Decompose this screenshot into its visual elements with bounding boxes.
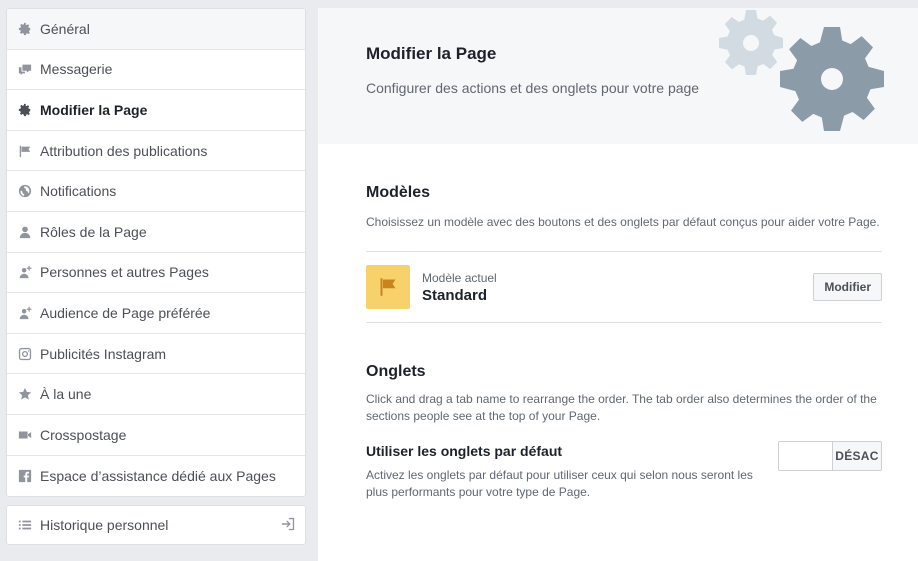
sidebar-item-post-attribution[interactable]: Attribution des publications <box>7 131 305 172</box>
gear-icon <box>18 103 32 117</box>
current-model-row: Modèle actuel Standard Modifier <box>366 251 882 323</box>
sidebar-item-support-inbox[interactable]: Espace d’assistance dédié aux Pages <box>7 456 305 497</box>
list-icon <box>18 518 32 532</box>
person-icon <box>18 225 32 239</box>
gear-icon <box>719 10 783 75</box>
sidebar-item-instagram-ads[interactable]: Publicités Instagram <box>7 334 305 375</box>
flag-icon <box>380 278 396 296</box>
toggle-knob <box>779 442 833 470</box>
facebook-icon <box>18 469 32 483</box>
person-add-icon <box>18 265 32 279</box>
person-add-icon <box>18 306 32 320</box>
default-tabs-description: Activez les onglets par défaut pour util… <box>366 468 753 499</box>
template-flag-box <box>366 265 410 309</box>
star-icon <box>18 387 32 401</box>
sidebar-item-label: Attribution des publications <box>40 142 208 159</box>
sidebar-item-featured[interactable]: À la une <box>7 374 305 415</box>
gear-icon <box>18 22 32 36</box>
sidebar-item-label: Général <box>40 20 90 37</box>
video-camera-icon <box>18 428 32 442</box>
current-model-name: Standard <box>422 286 488 304</box>
gear-icon <box>780 27 884 131</box>
sidebar-item-label: Publicités Instagram <box>40 345 167 362</box>
sidebar-item-notifications[interactable]: Notifications <box>7 171 305 212</box>
sidebar-item-label: Notifications <box>40 183 117 200</box>
sidebar-item-label: Audience de Page préférée <box>40 304 211 321</box>
sidebar-item-personal-history[interactable]: Historique personnel <box>6 505 306 546</box>
flag-icon <box>18 144 32 158</box>
sidebar-item-people-and-pages[interactable]: Personnes et autres Pages <box>7 253 305 294</box>
sidebar-item-label: Espace d’assistance dédié aux Pages <box>40 467 276 484</box>
tabs-section: Onglets Click and drag a tab name to rea… <box>318 323 918 501</box>
globe-icon <box>18 184 32 198</box>
current-model-info: Modèle actuel Standard <box>422 271 497 304</box>
tabs-description: Click and drag a tab name to rearrange t… <box>366 392 877 423</box>
settings-sidebar: Général Messagerie Modifier la Page Attr… <box>6 8 306 546</box>
current-model-label: Modèle actuel <box>422 270 497 285</box>
tabs-title: Onglets <box>366 363 426 380</box>
models-title: Modèles <box>366 184 431 201</box>
default-tabs-row: Utiliser les onglets par défaut Activez … <box>366 441 882 501</box>
sidebar-item-label: Rôles de la Page <box>40 223 147 240</box>
edit-page-panel: Modifier la Page Configurer des actions … <box>318 8 918 561</box>
sidebar-item-label: Messagerie <box>40 61 113 78</box>
models-description: Choisissez un modèle avec des boutons et… <box>366 215 880 229</box>
settings-nav: Général Messagerie Modifier la Page Attr… <box>6 8 306 498</box>
toggle-state-label: DÉSAC <box>833 442 881 470</box>
models-section: Modèles Choisissez un modèle avec des bo… <box>318 144 918 323</box>
instagram-icon <box>18 347 32 361</box>
sidebar-item-label: À la une <box>40 386 92 403</box>
sidebar-item-general[interactable]: Général <box>7 9 305 50</box>
sidebar-item-label: Historique personnel <box>40 517 169 534</box>
sidebar-item-crossposting[interactable]: Crosspostage <box>7 415 305 456</box>
exit-icon <box>281 517 295 534</box>
sidebar-item-label: Modifier la Page <box>40 101 148 118</box>
sidebar-item-label: Crosspostage <box>40 426 127 443</box>
sidebar-item-messaging[interactable]: Messagerie <box>7 50 305 91</box>
panel-header: Modifier la Page Configurer des actions … <box>318 8 918 144</box>
chat-icon <box>18 62 32 76</box>
sidebar-item-label: Personnes et autres Pages <box>40 264 209 281</box>
sidebar-item-edit-page[interactable]: Modifier la Page <box>7 90 305 131</box>
modify-template-button[interactable]: Modifier <box>813 273 882 301</box>
sidebar-item-page-roles[interactable]: Rôles de la Page <box>7 212 305 253</box>
default-tabs-toggle[interactable]: DÉSAC <box>778 441 882 471</box>
sidebar-item-preferred-audience[interactable]: Audience de Page préférée <box>7 293 305 334</box>
